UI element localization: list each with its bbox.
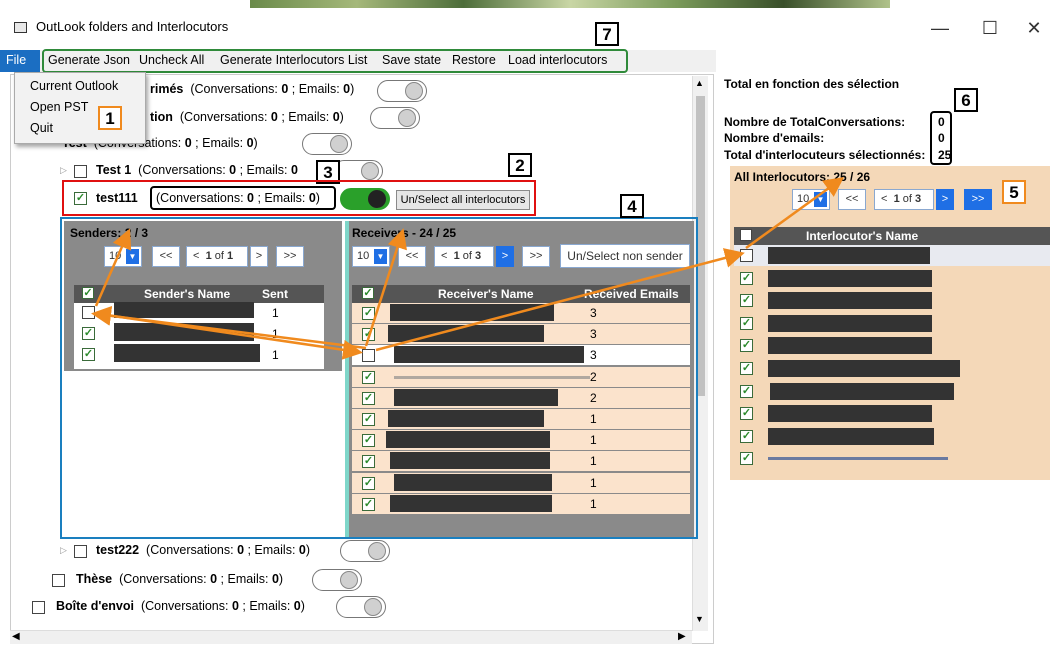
arrow-senders-count: [94, 228, 132, 307]
arrow-interlocutors-count: [745, 177, 845, 250]
arrow-receivers-count: [364, 228, 407, 347]
annotation-arrows: [91, 177, 845, 360]
arrow-to-receiver: [99, 312, 363, 360]
arrow-to-interlocutor: [375, 248, 745, 352]
